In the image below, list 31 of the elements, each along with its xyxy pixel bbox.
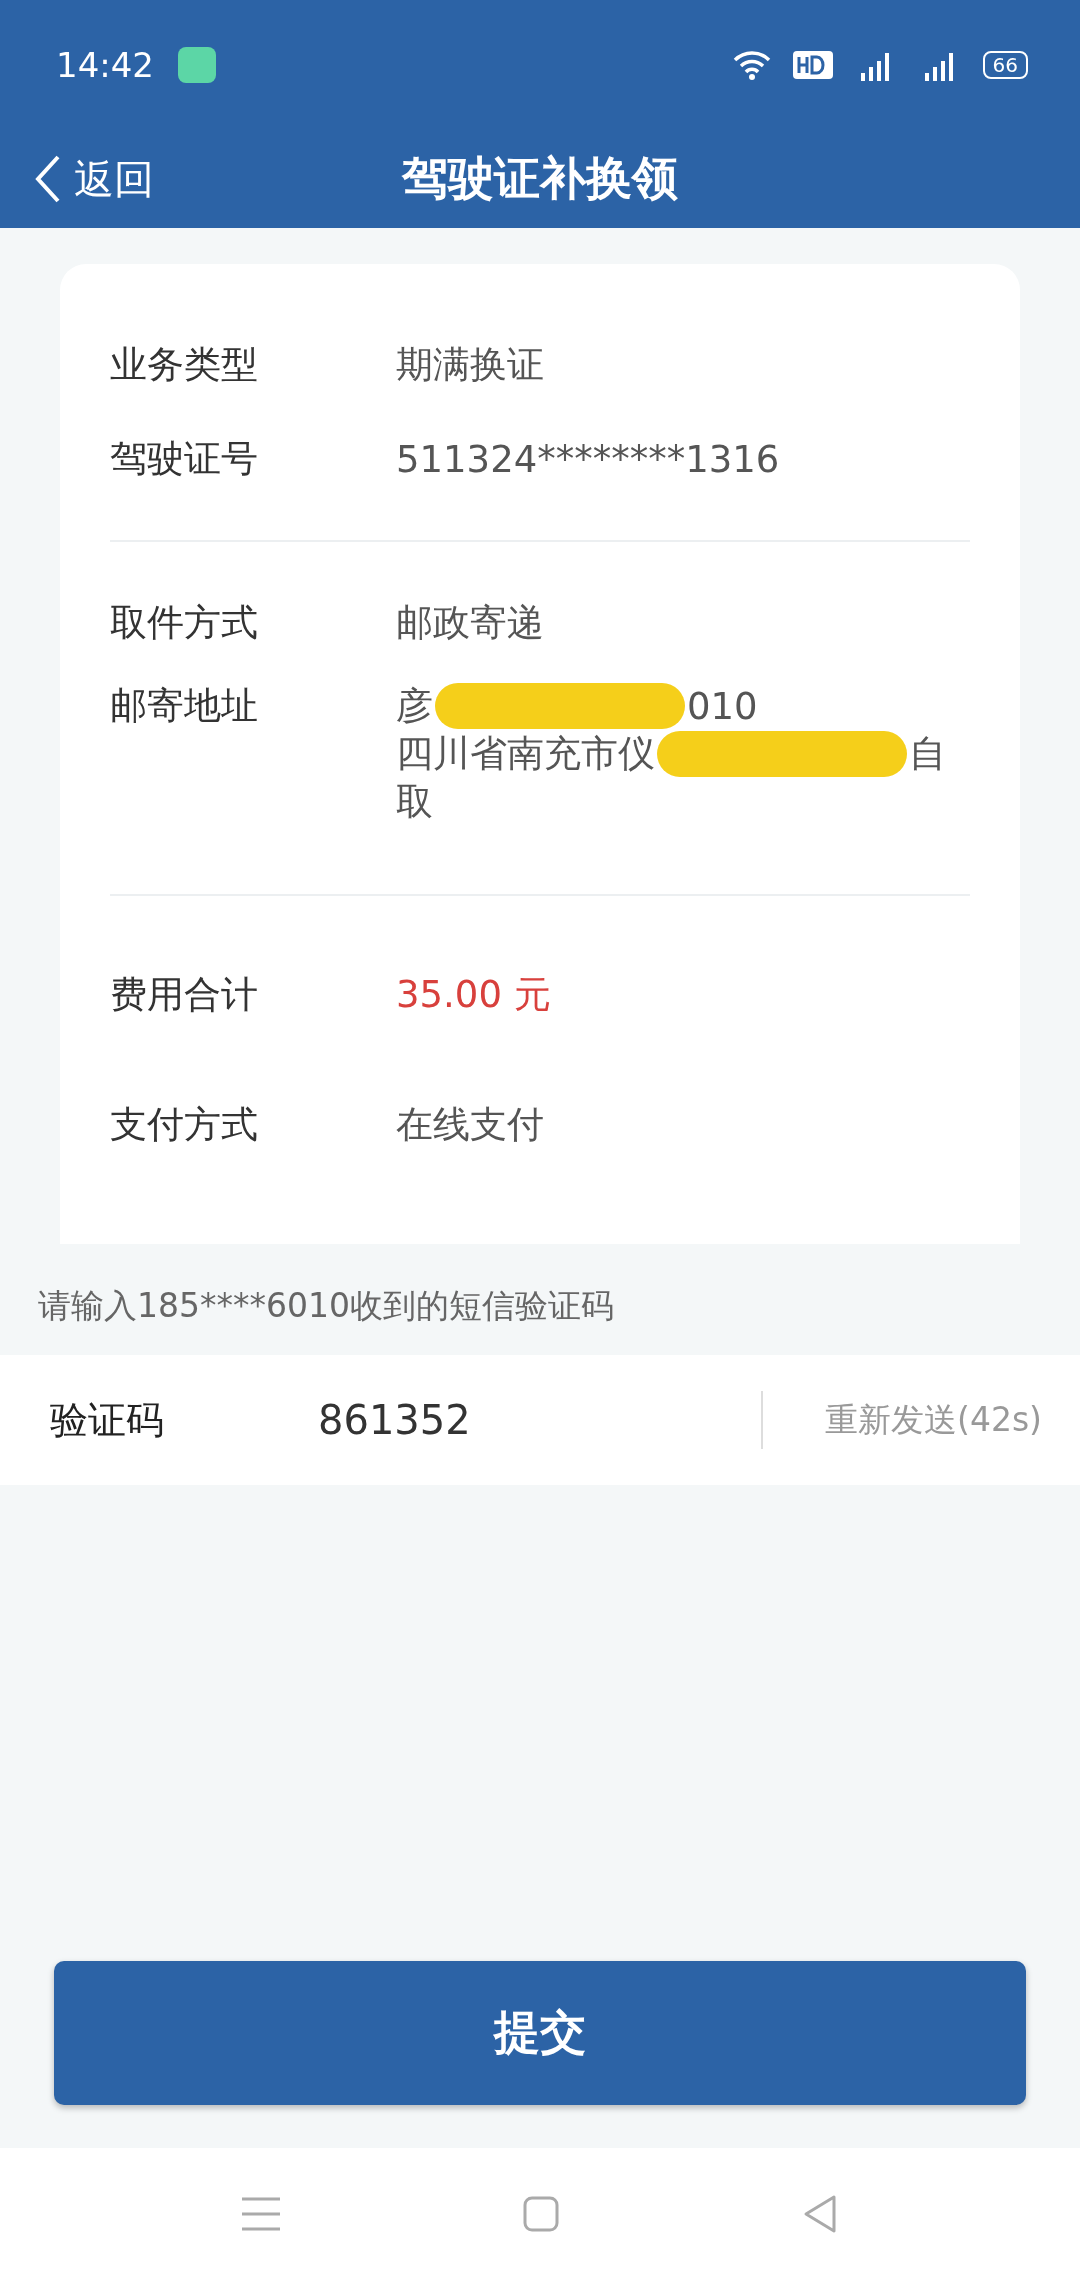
field-label: 取件方式 <box>110 600 259 646</box>
field-value: 期满换证 <box>396 342 544 388</box>
app-notification-icon <box>178 47 216 83</box>
submit-button[interactable]: 提交 <box>54 1961 1026 2105</box>
menu-icon[interactable] <box>241 2197 280 2231</box>
sms-hint: 请输入185****6010收到的短信验证码 <box>37 1285 615 1327</box>
field-value: 35.00 元 <box>396 972 551 1018</box>
back-icon[interactable] <box>802 2194 839 2234</box>
page-title: 驾驶证补换领 <box>402 151 678 205</box>
wifi-icon <box>732 50 771 80</box>
field-value: 在线支付 <box>396 1102 544 1148</box>
address-text: 自 <box>909 731 946 777</box>
field-label: 业务类型 <box>110 342 259 388</box>
field-label: 验证码 <box>50 1396 165 1444</box>
field-label: 驾驶证号 <box>110 436 259 482</box>
address-text: 010 <box>687 684 758 728</box>
chevron-left-icon <box>34 154 62 204</box>
field-label: 支付方式 <box>110 1102 259 1148</box>
hd-icon <box>792 51 833 79</box>
battery-indicator: 66 <box>982 51 1028 79</box>
field-label: 邮寄地址 <box>110 683 259 729</box>
home-icon[interactable] <box>523 2196 559 2232</box>
field-value: 511324********1316 <box>396 437 780 481</box>
code-input[interactable]: 861352 <box>316 1396 720 1444</box>
status-time: 14:42 <box>56 45 154 85</box>
field-value: 邮政寄递 <box>396 600 544 646</box>
address-text: 取 <box>396 779 433 825</box>
field-label: 费用合计 <box>110 972 259 1018</box>
address-text: 四川省南充市仪 <box>396 731 655 777</box>
back-button[interactable]: 返回 <box>34 151 154 207</box>
address-text: 彦 <box>396 683 433 729</box>
